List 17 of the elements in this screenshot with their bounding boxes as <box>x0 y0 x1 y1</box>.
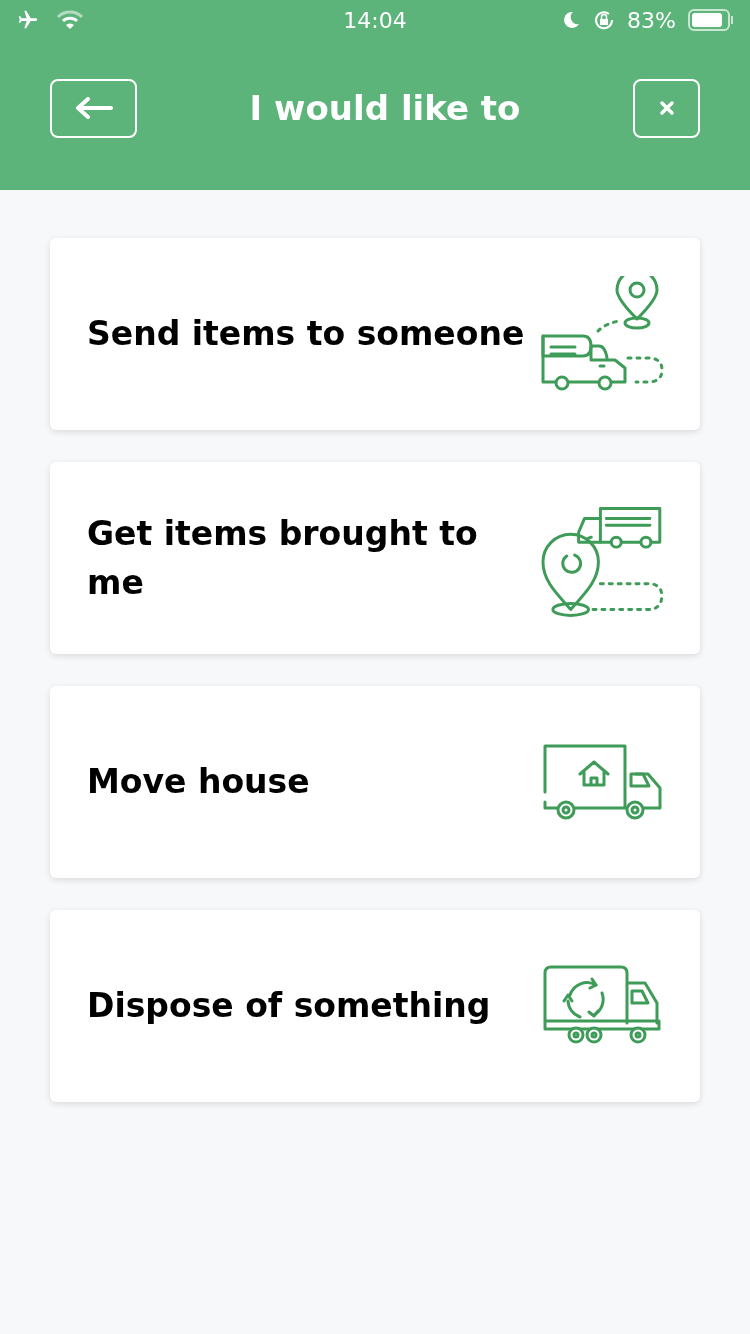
airplane-icon <box>16 9 40 31</box>
page-title: I would like to <box>249 86 521 130</box>
back-arrow-icon <box>74 97 113 119</box>
battery-icon <box>688 9 734 31</box>
wifi-icon <box>56 10 84 30</box>
option-card[interactable]: Get items brought to me <box>50 462 700 654</box>
close-icon <box>658 100 675 116</box>
option-card[interactable]: Move house <box>50 686 700 878</box>
rotation-lock-icon <box>593 9 616 31</box>
option-card[interactable]: Dispose of something <box>50 910 700 1102</box>
moon-icon <box>561 10 582 30</box>
truck-route-pin-icon <box>540 276 664 392</box>
close-button[interactable] <box>633 78 700 138</box>
option-card[interactable]: Send items to someone <box>50 238 700 430</box>
battery-percentage: 83% <box>627 6 676 35</box>
status-time: 14:04 <box>342 6 408 35</box>
back-button[interactable] <box>50 78 137 138</box>
